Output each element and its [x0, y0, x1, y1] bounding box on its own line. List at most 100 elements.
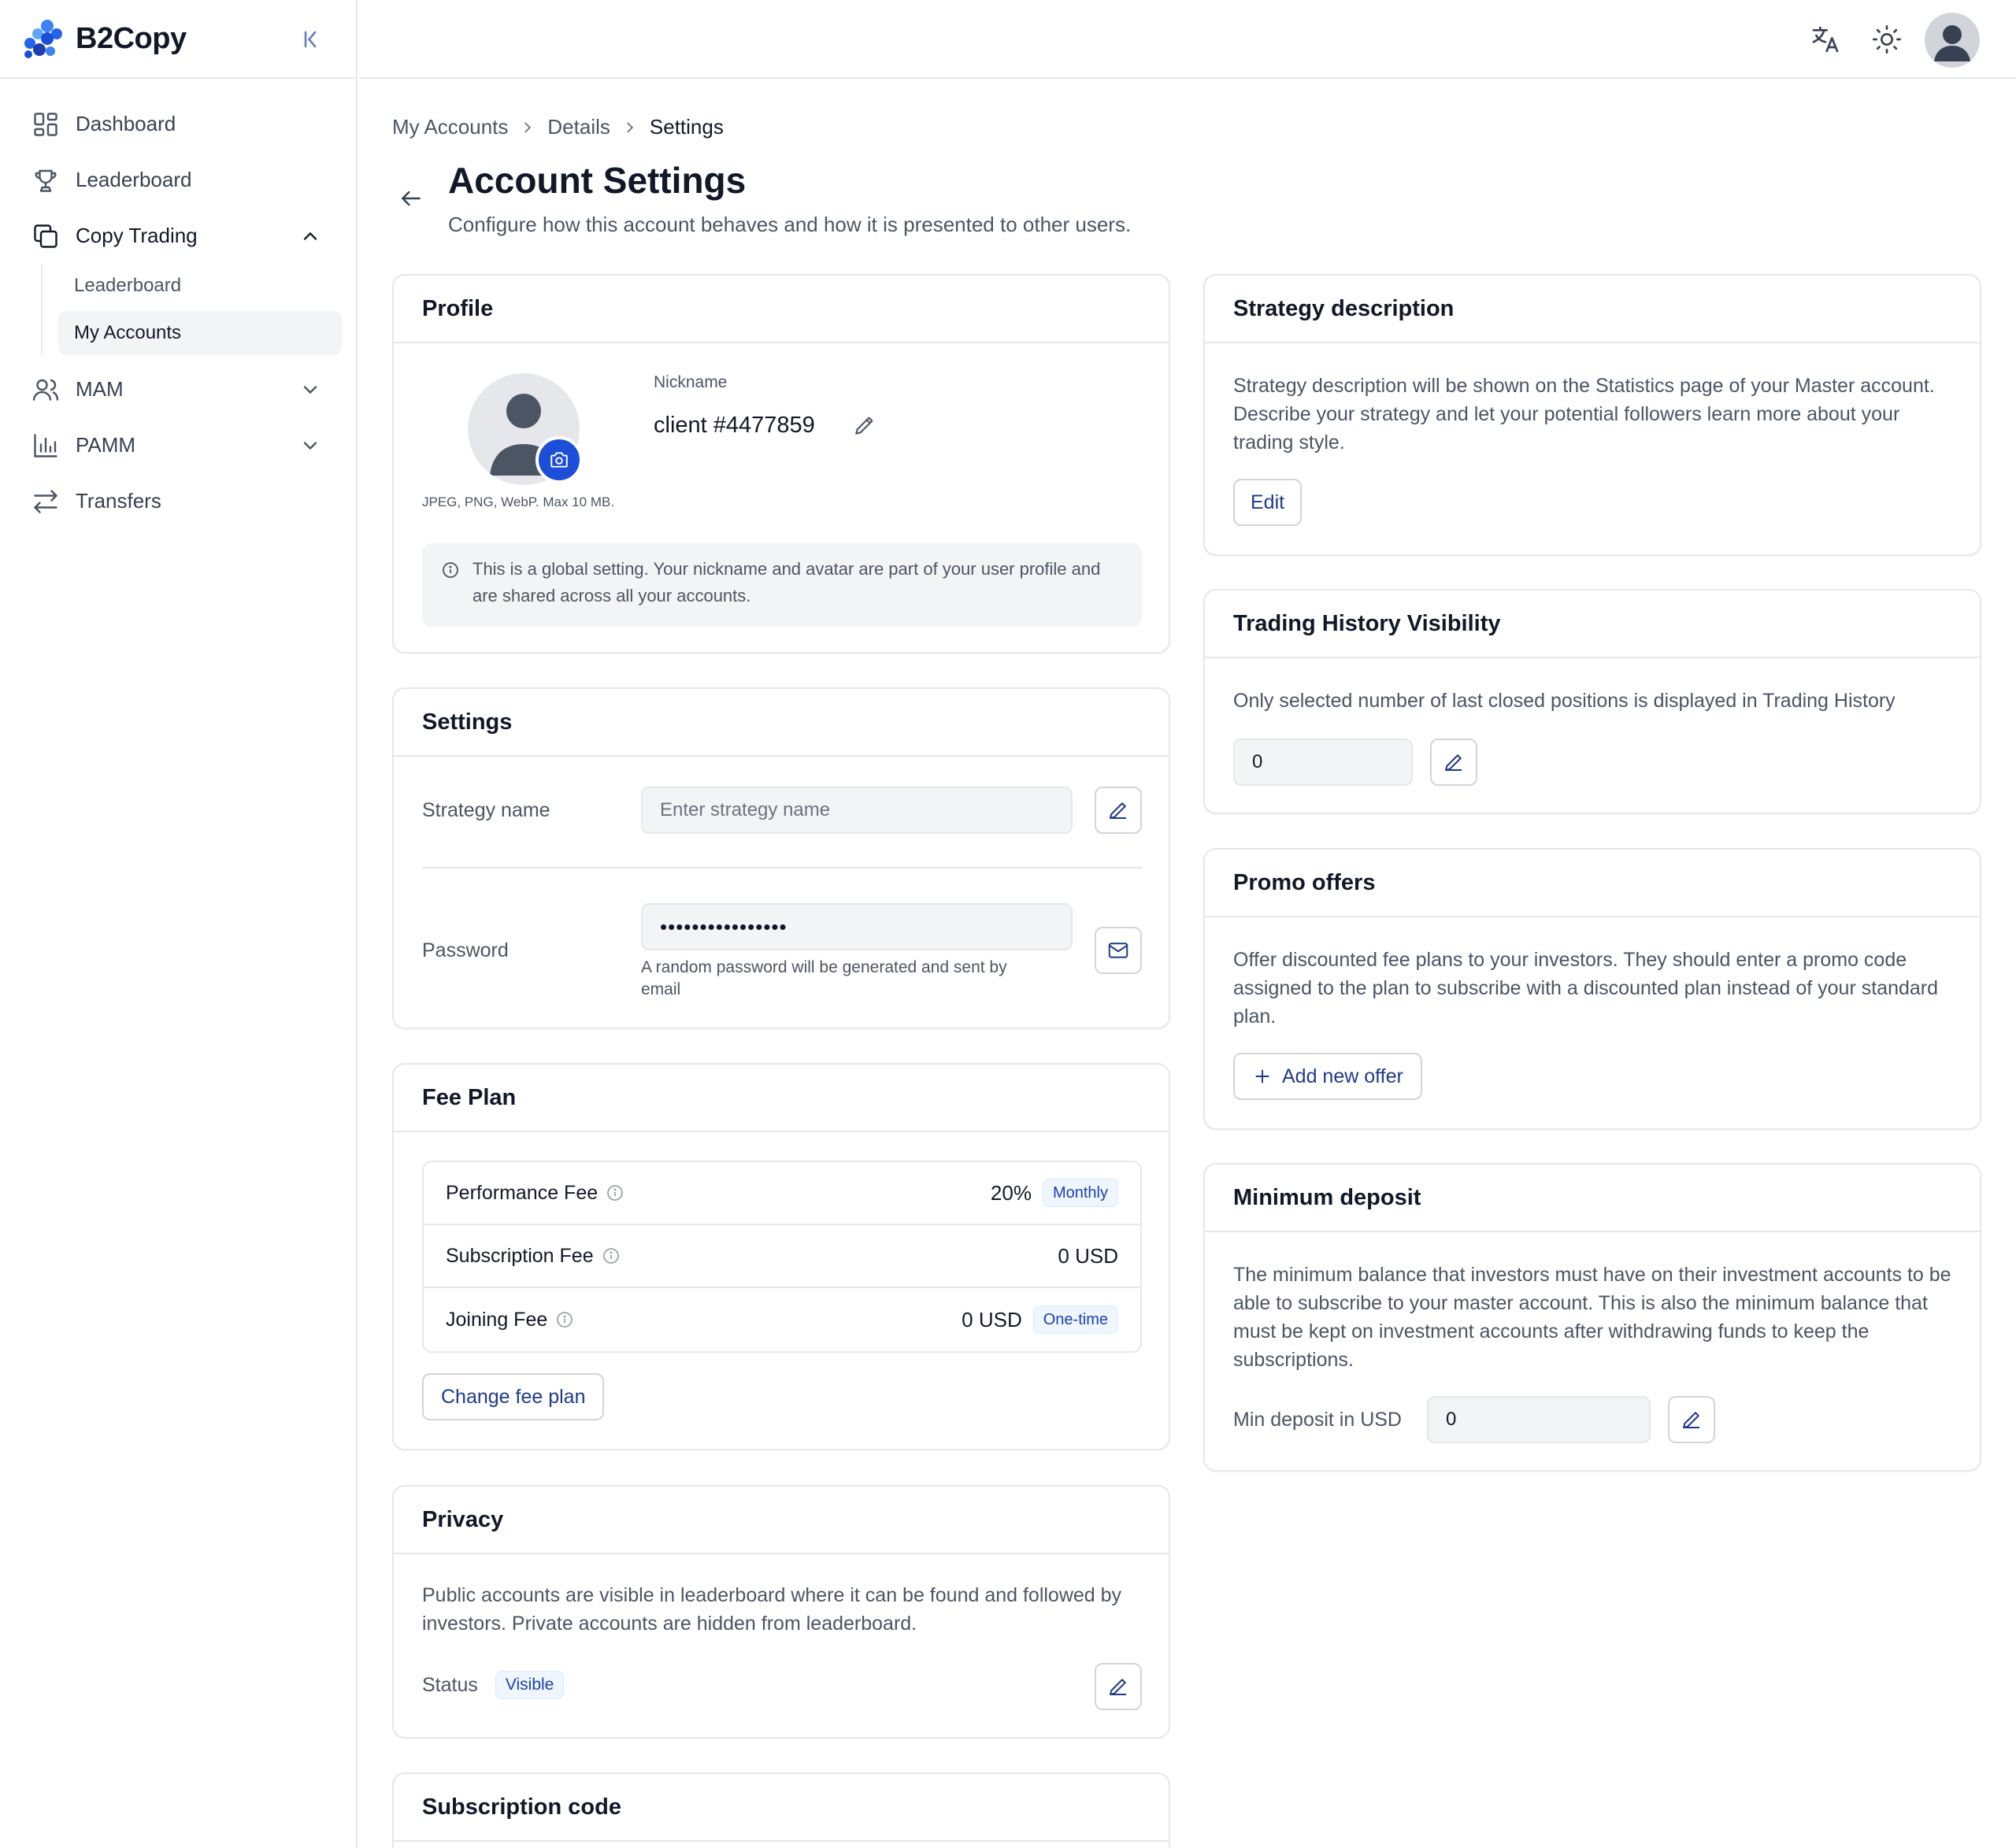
fee-row-performance: Performance Fee 20% Monthly: [424, 1162, 1140, 1225]
edit-min-deposit-button[interactable]: [1668, 1396, 1715, 1443]
settings-card: Settings Strategy name Enter strategy na…: [392, 687, 1170, 1029]
privacy-description: Public accounts are visible in leaderboa…: [422, 1584, 1122, 1635]
page-title: Account Settings: [448, 160, 747, 201]
promo-offers-card-title: Promo offers: [1205, 850, 1980, 917]
add-new-offer-button[interactable]: Add new offer: [1233, 1053, 1422, 1100]
strategy-description-card-title: Strategy description: [1205, 276, 1980, 343]
pencil-icon: [1110, 802, 1126, 819]
edit-nickname-icon[interactable]: [852, 413, 877, 438]
sidebar-item-label: Copy Trading: [76, 224, 198, 247]
fee-period-badge: One-time: [1032, 1305, 1118, 1334]
min-deposit-label: Min deposit in USD: [1233, 1409, 1402, 1431]
info-icon[interactable]: [555, 1310, 574, 1329]
dashboard-icon: [34, 112, 57, 136]
privacy-card: Privacy Public accounts are visible in l…: [392, 1485, 1170, 1739]
strategy-description-text: Strategy description will be shown on th…: [1233, 375, 1935, 454]
trading-history-card: Trading History Visibility Only selected…: [1203, 589, 1981, 814]
strategy-description-card: Strategy description Strategy descriptio…: [1203, 274, 1981, 556]
sidebar-item-dashboard[interactable]: Dashboard: [0, 96, 356, 152]
translate-icon[interactable]: [1810, 24, 1841, 55]
fee-period-badge: Monthly: [1042, 1179, 1118, 1207]
users-icon: [32, 379, 59, 401]
trading-history-count-input[interactable]: 0: [1233, 739, 1413, 786]
fee-value-group: 0 USD One-time: [962, 1305, 1118, 1334]
sidebar-item-transfers[interactable]: Transfers: [0, 473, 356, 529]
breadcrumb-details[interactable]: Details: [547, 115, 610, 139]
password-label: Password: [422, 939, 509, 961]
min-deposit-text: The minimum balance that investors must …: [1233, 1264, 1951, 1371]
fee-row-subscription: Subscription Fee 0 USD: [424, 1225, 1140, 1288]
sidebar-item-mam[interactable]: MAM: [0, 361, 356, 417]
promo-offers-card: Promo offers Offer discounted fee plans …: [1203, 848, 1981, 1130]
fee-plan-card-title: Fee Plan: [394, 1065, 1169, 1132]
sidebar-subitem-leaderboard[interactable]: Leaderboard: [58, 264, 342, 308]
sidebar-item-leaderboard[interactable]: Leaderboard: [0, 152, 356, 208]
sidebar-nav: Dashboard Leaderboard Copy Trading Leade…: [0, 79, 356, 529]
status-badge: Visible: [495, 1671, 565, 1699]
sidebar-subitem-my-accounts[interactable]: My Accounts: [58, 311, 342, 355]
change-fee-plan-button[interactable]: Change fee plan: [422, 1373, 605, 1420]
trading-history-card-title: Trading History Visibility: [1205, 591, 1980, 658]
send-password-email-button[interactable]: [1095, 927, 1142, 974]
chevron-up-icon: [303, 231, 317, 240]
nickname-value: client #4477859: [654, 413, 815, 438]
password-input[interactable]: ••••••••••••••••: [641, 903, 1073, 950]
brand-logo-icon: [24, 20, 62, 58]
sidebar-item-label: PAMM: [76, 433, 136, 457]
trading-history-text: Only selected number of last closed posi…: [1233, 690, 1896, 712]
info-icon: [443, 562, 458, 578]
sidebar: B2Copy Dashboard Leaderboard Copy Tradin…: [0, 0, 358, 1848]
fee-label: Joining Fee: [446, 1308, 548, 1331]
info-icon[interactable]: [602, 1246, 621, 1265]
add-new-offer-label: Add new offer: [1282, 1065, 1403, 1087]
pencil-icon: [1110, 1679, 1126, 1695]
global-setting-notice: This is a global setting. Your nickname …: [422, 543, 1142, 627]
edit-privacy-button[interactable]: [1095, 1663, 1142, 1710]
sidebar-item-label: Dashboard: [76, 112, 176, 135]
breadcrumb-my-accounts[interactable]: My Accounts: [392, 115, 508, 139]
fee-value-group: 20% Monthly: [991, 1179, 1118, 1207]
strategy-name-label: Strategy name: [422, 799, 550, 821]
privacy-card-title: Privacy: [394, 1487, 1169, 1554]
fee-plan-card: Fee Plan Performance Fee 20% Monthly Sub…: [392, 1063, 1170, 1450]
fee-table: Performance Fee 20% Monthly Subscription…: [422, 1161, 1142, 1353]
page-subtitle: Configure how this account behaves and h…: [448, 213, 1132, 236]
back-arrow-icon[interactable]: [398, 186, 424, 211]
brand-header: B2Copy: [0, 0, 356, 79]
edit-strategy-name-button[interactable]: [1095, 787, 1142, 834]
breadcrumb-settings: Settings: [649, 115, 724, 139]
min-deposit-input[interactable]: 0: [1427, 1396, 1651, 1443]
global-setting-notice-text: This is a global setting. Your nickname …: [472, 559, 1101, 606]
min-deposit-card-title: Minimum deposit: [1205, 1165, 1980, 1232]
promo-offers-text: Offer discounted fee plans to your inves…: [1233, 949, 1939, 1028]
camera-icon: [550, 452, 568, 468]
copy-trading-subnav: Leaderboard My Accounts: [41, 264, 356, 355]
mail-icon: [1108, 943, 1128, 958]
chevron-down-icon: [303, 442, 317, 450]
theme-toggle-icon[interactable]: [1871, 24, 1903, 55]
fee-value-group: 0 USD: [1058, 1244, 1118, 1268]
sidebar-item-copy-trading[interactable]: Copy Trading: [0, 208, 356, 264]
strategy-name-input[interactable]: Enter strategy name: [641, 787, 1073, 834]
sidebar-item-pamm[interactable]: PAMM: [0, 417, 356, 473]
user-avatar-icon: [1934, 25, 1970, 61]
trophy-icon: [35, 169, 57, 192]
profile-card-title: Profile: [394, 276, 1169, 343]
fee-label: Performance Fee: [446, 1181, 598, 1204]
edit-trading-history-button[interactable]: [1430, 739, 1477, 786]
avatar-format-hint: JPEG, PNG, WebP. Max 10 MB.: [422, 494, 615, 509]
user-avatar[interactable]: [1925, 13, 1980, 68]
privacy-status-label: Status: [422, 1673, 478, 1696]
sidebar-item-label: Leaderboard: [76, 168, 192, 191]
upload-avatar-button[interactable]: [536, 436, 583, 483]
fee-row-joining: Joining Fee 0 USD One-time: [424, 1288, 1140, 1351]
subscription-code-card: Subscription code: [392, 1772, 1170, 1848]
breadcrumb: My Accounts Details Settings: [392, 115, 724, 139]
pencil-icon: [1683, 1412, 1699, 1428]
fee-value: 20%: [990, 1180, 1032, 1205]
collapse-sidebar-icon[interactable]: [296, 25, 324, 54]
edit-strategy-description-button[interactable]: Edit: [1233, 479, 1303, 526]
pencil-icon: [1445, 754, 1462, 771]
info-icon[interactable]: [606, 1183, 624, 1202]
sidebar-item-label: MAM: [76, 377, 124, 401]
